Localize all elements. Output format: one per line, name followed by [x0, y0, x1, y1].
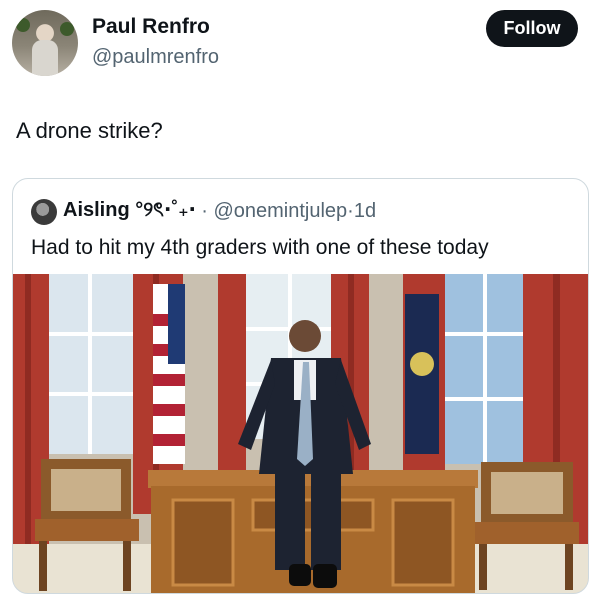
quoted-tweet-header: Aisling °୨ৎ⋅˚₊‧ · @onemintjulep·1d [31, 195, 571, 225]
author-name[interactable]: Paul Renfro [92, 15, 210, 39]
quoted-author-handle[interactable]: @onemintjulep [213, 200, 347, 222]
photo-us-flag [153, 284, 185, 464]
quoted-author-avatar[interactable] [31, 198, 57, 225]
avatar-foliage [60, 22, 74, 36]
quoted-author-name[interactable]: Aisling °୨ৎ⋅˚₊‧ [63, 199, 196, 221]
follow-button[interactable]: Follow [486, 10, 578, 47]
avatar-foliage [16, 18, 30, 32]
author-handle[interactable]: @paulmrenfro [92, 46, 219, 69]
quoted-tweet-text: Had to hit my 4th graders with one of th… [31, 236, 489, 259]
tweet-text: A drone strike? [16, 118, 163, 143]
photo-flag-seal [410, 352, 434, 376]
quoted-timestamp[interactable]: 1d [354, 200, 376, 222]
quoted-separator: · [201, 200, 208, 222]
photo-image-icon[interactable] [13, 274, 588, 593]
author-avatar[interactable] [12, 10, 78, 76]
avatar-figure [32, 40, 58, 76]
quoted-tweet-card[interactable]: Aisling °୨ৎ⋅˚₊‧ · @onemintjulep·1d Had t… [12, 178, 589, 594]
quoted-separator: · [347, 200, 354, 222]
tweet-header: Paul Renfro @paulmrenfro Follow [12, 10, 578, 78]
